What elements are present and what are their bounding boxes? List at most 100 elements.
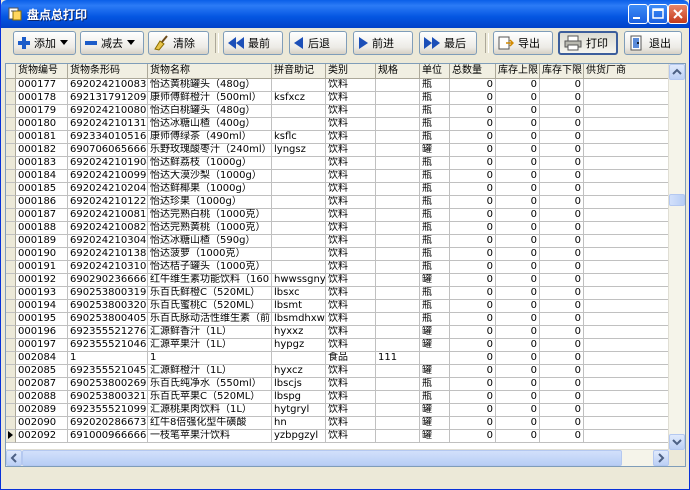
table-row[interactable]: 000197 6923555210462 汇源苹果汁（1L） hypgz 饮料罐 0 0 0 — [6, 339, 685, 352]
table-cell[interactable]: 0 — [496, 235, 540, 248]
table-cell[interactable]: 0 — [496, 352, 540, 365]
row-selector[interactable] — [6, 313, 16, 326]
table-cell[interactable]: 罐 — [420, 417, 450, 430]
table-row[interactable]: 000196 6923555212763 汇源鲜香汁（1L） hyxxz 饮料罐 0 0 0 — [6, 326, 685, 339]
table-cell[interactable]: 0 — [496, 92, 540, 105]
table-cell[interactable]: 饮料 — [326, 391, 376, 404]
table-cell[interactable]: 瓶 — [420, 300, 450, 313]
table-cell[interactable]: 000185 — [16, 183, 68, 196]
table-cell[interactable]: 汇源鲜橙汁（1L） — [148, 365, 272, 378]
table-cell[interactable]: 6902902366669 — [68, 274, 148, 287]
table-row[interactable]: 000188 6920242100822 怡达完熟黄桃（1000克） 饮料瓶 0 0 0 — [6, 222, 685, 235]
row-selector[interactable] — [6, 209, 16, 222]
table-cell[interactable]: ksfxcz — [272, 92, 326, 105]
table-cell[interactable] — [584, 92, 678, 105]
table-row[interactable]: 000187 6920242100815 怡达完熟白桃（1000克） 饮料瓶 0 0 0 — [6, 209, 685, 222]
table-cell[interactable] — [376, 430, 420, 443]
table-cell[interactable] — [376, 391, 420, 404]
table-cell[interactable]: 000183 — [16, 157, 68, 170]
scroll-left-button[interactable] — [6, 450, 22, 466]
table-row[interactable]: 000179 6920242100808 怡达白桃罐头（480g） 饮料瓶 0 0 0 — [6, 105, 685, 118]
table-cell[interactable]: 0 — [540, 131, 584, 144]
table-cell[interactable]: 6923340105166 — [68, 131, 148, 144]
table-cell[interactable]: 康师傅绿茶（490ml） — [148, 131, 272, 144]
table-cell[interactable]: 6923555210455 — [68, 365, 148, 378]
table-cell[interactable]: 0 — [450, 352, 496, 365]
table-cell[interactable]: lbscjs — [272, 378, 326, 391]
table-cell[interactable]: 乐野玫瑰酸枣汁（240ml） — [148, 144, 272, 157]
table-cell[interactable]: 0 — [540, 209, 584, 222]
table-cell[interactable]: lbsmdhxws — [272, 313, 326, 326]
table-row[interactable]: 000180 6920242101317 怡达冰糖山楂（400g） 饮料瓶 0 0 0 — [6, 118, 685, 131]
table-cell[interactable]: hypgz — [272, 339, 326, 352]
table-cell[interactable]: 000191 — [16, 261, 68, 274]
table-cell[interactable]: 0 — [496, 417, 540, 430]
next-button[interactable]: 前进 — [353, 31, 413, 55]
table-row[interactable]: 000183 6920242101904 怡达鲜荔枝（1000g） 饮料瓶 0 0 0 — [6, 157, 685, 170]
row-selector[interactable] — [6, 417, 16, 430]
table-cell[interactable] — [584, 248, 678, 261]
table-cell[interactable]: yzbpgzyl — [272, 430, 326, 443]
table-cell[interactable]: 饮料 — [326, 248, 376, 261]
table-cell[interactable]: 0 — [540, 261, 584, 274]
table-cell[interactable] — [376, 209, 420, 222]
column-header[interactable]: 库存上限 — [496, 64, 540, 79]
table-cell[interactable] — [272, 261, 326, 274]
table-row[interactable]: 000185 6920242102048 怡达鲜椰果（1000g） 饮料瓶 0 0 0 — [6, 183, 685, 196]
table-cell[interactable]: 红牛维生素功能饮料（160 — [148, 274, 272, 287]
table-cell[interactable]: 饮料 — [326, 261, 376, 274]
table-cell[interactable] — [376, 313, 420, 326]
scroll-down-button[interactable] — [669, 434, 685, 450]
table-cell[interactable]: 000196 — [16, 326, 68, 339]
table-cell[interactable]: 乐百氏纯净水（550ml） — [148, 378, 272, 391]
table-cell[interactable]: 0 — [450, 417, 496, 430]
table-cell[interactable]: 6910009666669 — [68, 430, 148, 443]
row-selector[interactable] — [6, 105, 16, 118]
subtract-button[interactable]: 减去 — [80, 31, 144, 55]
row-selector[interactable] — [6, 131, 16, 144]
table-cell[interactable] — [272, 235, 326, 248]
table-cell[interactable]: 0 — [450, 430, 496, 443]
table-cell[interactable]: 0 — [496, 430, 540, 443]
table-cell[interactable]: 0 — [450, 118, 496, 131]
table-cell[interactable]: 0 — [496, 391, 540, 404]
row-selector[interactable] — [6, 261, 16, 274]
table-cell[interactable]: 怡达大漠沙梨（1000g） — [148, 170, 272, 183]
table-cell[interactable]: 002088 — [16, 391, 68, 404]
column-header[interactable]: 库存下限 — [540, 64, 584, 79]
table-cell[interactable]: 怡达完熟黄桃（1000克） — [148, 222, 272, 235]
horizontal-scrollbar[interactable] — [6, 449, 669, 466]
table-cell[interactable]: 瓶 — [420, 105, 450, 118]
table-row[interactable]: 002089 6923555210998 汇源桃果肉饮料（1L） hytgryl 饮料 罐… — [6, 404, 685, 417]
table-cell[interactable]: 0 — [450, 261, 496, 274]
table-cell[interactable]: 0 — [450, 209, 496, 222]
table-cell[interactable] — [584, 313, 678, 326]
table-cell[interactable]: 0 — [450, 79, 496, 92]
table-cell[interactable] — [376, 131, 420, 144]
table-cell[interactable]: 000186 — [16, 196, 68, 209]
table-cell[interactable] — [584, 157, 678, 170]
row-selector[interactable] — [6, 430, 16, 443]
table-cell[interactable]: 0 — [450, 144, 496, 157]
table-cell[interactable]: 乐百氏苹果C（520ML） — [148, 391, 272, 404]
table-cell[interactable]: 怡达桔子罐头（1000克） — [148, 261, 272, 274]
table-cell[interactable]: 饮料 — [326, 326, 376, 339]
table-row[interactable]: 002090 6920202866737 红牛8倍强化型牛磺酸 hn 饮料罐 0 0 0 — [6, 417, 685, 430]
table-cell[interactable]: hyxxz — [272, 326, 326, 339]
table-cell[interactable]: 乐百氏蜜桃C（520ML） — [148, 300, 272, 313]
table-cell[interactable]: 6902538003208 — [68, 300, 148, 313]
table-cell[interactable] — [584, 352, 678, 365]
table-cell[interactable]: 000182 — [16, 144, 68, 157]
table-cell[interactable]: hytgryl — [272, 404, 326, 417]
table-cell[interactable]: 0 — [496, 105, 540, 118]
table-cell[interactable] — [272, 105, 326, 118]
table-cell[interactable]: 罐 — [420, 326, 450, 339]
table-cell[interactable]: 0 — [540, 365, 584, 378]
column-header[interactable]: 单位 — [420, 64, 450, 79]
table-cell[interactable]: 000181 — [16, 131, 68, 144]
table-cell[interactable]: 0 — [450, 248, 496, 261]
table-cell[interactable]: 饮料 — [326, 378, 376, 391]
table-cell[interactable]: 0 — [496, 157, 540, 170]
table-cell[interactable] — [376, 235, 420, 248]
table-cell[interactable] — [584, 417, 678, 430]
